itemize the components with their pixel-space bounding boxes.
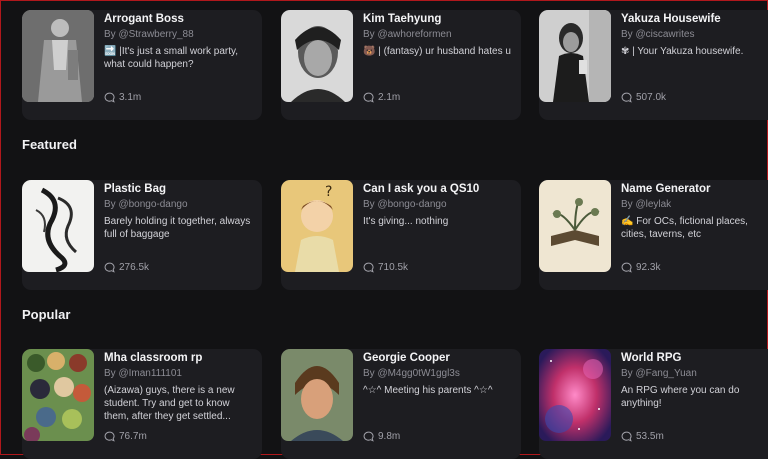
chat-bubble-icon — [363, 92, 374, 103]
card-description: ✾ | Your Yakuza housewife. — [621, 46, 744, 57]
card-description: (Aizawa) guys, there is a new student. T… — [104, 385, 235, 422]
character-card[interactable]: Georgie Cooper By @M4gg0tW1ggl3s ^☆^ Mee… — [281, 349, 521, 459]
chat-count: 53.5m — [636, 431, 664, 442]
card-thumbnail — [22, 180, 94, 272]
section-title-featured: Featured — [22, 137, 77, 152]
character-card[interactable]: Mha classroom rp By @Iman111101 (Aizawa)… — [22, 349, 262, 459]
card-description: 🐻 | (fantasy) ur husband hates u — [363, 46, 511, 57]
card-thumbnail — [539, 10, 611, 102]
card-title: Can I ask you a QS10 — [363, 183, 480, 195]
card-author[interactable]: By @leylak — [621, 199, 671, 210]
chat-bubble-icon — [621, 431, 632, 442]
card-stats: 2.1m — [363, 92, 400, 103]
card-author[interactable]: By @bongo-dango — [104, 199, 188, 210]
character-card[interactable]: Yakuza Housewife By @ciscawrites ✾ | You… — [539, 10, 768, 120]
card-title: Arrogant Boss — [104, 13, 184, 25]
card-title: Mha classroom rp — [104, 352, 203, 364]
card-description: Barely holding it together, always full … — [104, 216, 251, 240]
card-author[interactable]: By @Fang_Yuan — [621, 368, 697, 379]
card-thumbnail — [22, 349, 94, 441]
card-stats: 92.3k — [621, 262, 660, 273]
card-title: Yakuza Housewife — [621, 13, 721, 25]
character-card[interactable]: Plastic Bag By @bongo-dango Barely holdi… — [22, 180, 262, 290]
card-thumbnail — [281, 349, 353, 441]
card-author[interactable]: By @Strawberry_88 — [104, 29, 194, 40]
character-card[interactable]: ? Can I ask you a QS10 By @bongo-dango I… — [281, 180, 521, 290]
card-description: 🔜 |It's just a small work party, what co… — [104, 46, 239, 70]
section-title-popular: Popular — [22, 307, 71, 322]
chat-bubble-icon — [363, 431, 374, 442]
card-title: Kim Taehyung — [363, 13, 442, 25]
card-stats: 3.1m — [104, 92, 141, 103]
card-description: An RPG where you can do anything! — [621, 385, 740, 409]
card-stats: 507.0k — [621, 92, 666, 103]
card-description: ✍ For OCs, fictional places, cities, tav… — [621, 216, 748, 240]
card-stats: 710.5k — [363, 262, 408, 273]
chat-bubble-icon — [104, 92, 115, 103]
card-thumbnail — [22, 10, 94, 102]
card-stats: 276.5k — [104, 262, 149, 273]
svg-text:?: ? — [325, 184, 332, 200]
chat-count: 2.1m — [378, 92, 401, 103]
card-description: ^☆^ Meeting his parents ^☆^ — [363, 385, 493, 396]
chat-count: 276.5k — [119, 262, 150, 273]
card-stats: 9.8m — [363, 431, 400, 442]
chat-count: 92.3k — [636, 262, 661, 273]
card-description: It's giving... nothing — [363, 216, 449, 227]
card-stats: 76.7m — [104, 431, 147, 442]
chat-count: 3.1m — [119, 92, 142, 103]
card-title: Name Generator — [621, 183, 711, 195]
character-card[interactable]: Name Generator By @leylak ✍ For OCs, fic… — [539, 180, 768, 290]
card-thumbnail: ? — [281, 180, 353, 272]
card-thumbnail — [539, 349, 611, 441]
card-title: World RPG — [621, 352, 682, 364]
card-thumbnail — [281, 10, 353, 102]
card-author[interactable]: By @ciscawrites — [621, 29, 695, 40]
chat-bubble-icon — [104, 431, 115, 442]
character-card[interactable]: Arrogant Boss By @Strawberry_88 🔜 |It's … — [22, 10, 262, 120]
card-stats: 53.5m — [621, 431, 664, 442]
chat-count: 76.7m — [119, 431, 147, 442]
card-author[interactable]: By @M4gg0tW1ggl3s — [363, 368, 460, 379]
chat-bubble-icon — [621, 92, 632, 103]
chat-count: 9.8m — [378, 431, 401, 442]
chat-bubble-icon — [104, 262, 115, 273]
chat-count: 710.5k — [378, 262, 409, 273]
character-card[interactable]: Kim Taehyung By @awhoreformen 🐻 | (fanta… — [281, 10, 521, 120]
card-author[interactable]: By @Iman111101 — [104, 368, 182, 379]
card-author[interactable]: By @awhoreformen — [363, 29, 452, 40]
chat-count: 507.0k — [636, 92, 667, 103]
card-title: Plastic Bag — [104, 183, 166, 195]
card-author[interactable]: By @bongo-dango — [363, 199, 447, 210]
card-title: Georgie Cooper — [363, 352, 450, 364]
character-card[interactable]: World RPG By @Fang_Yuan An RPG where you… — [539, 349, 768, 459]
chat-bubble-icon — [363, 262, 374, 273]
chat-bubble-icon — [621, 262, 632, 273]
card-thumbnail — [539, 180, 611, 272]
